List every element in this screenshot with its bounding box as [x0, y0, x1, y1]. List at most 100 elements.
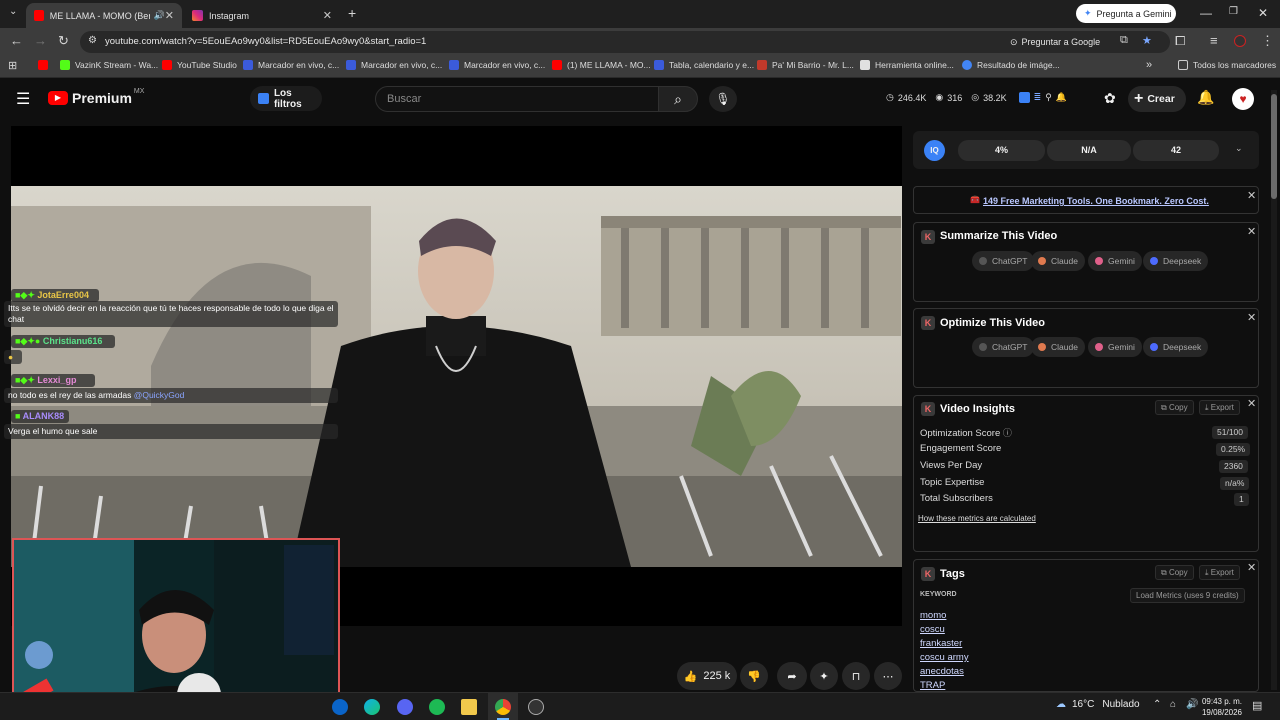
ask-button[interactable]: ✦ [810, 662, 838, 690]
claude-button[interactable]: Claude [1031, 337, 1085, 357]
search-button[interactable]: ⌕ [658, 86, 698, 112]
bookmark-item[interactable] [38, 60, 53, 70]
discord-icon[interactable] [397, 699, 413, 715]
promo-link[interactable]: 149 Free Marketing Tools. One Bookmark. … [983, 196, 1209, 206]
iq-score-2[interactable]: N/A [1047, 140, 1131, 161]
extensions-icon[interactable]: ⧠ [1175, 33, 1185, 49]
share-button[interactable]: ➦ [777, 662, 807, 690]
bookmark-item[interactable]: (1) ME LLAMA - MO... [552, 60, 651, 70]
iq-icon[interactable] [1018, 92, 1030, 103]
media-control-icon[interactable]: ≡ [1210, 33, 1218, 48]
iq-score-3[interactable]: 42 [1133, 140, 1219, 161]
notifications-bell-icon[interactable]: 🔔 [1197, 89, 1214, 106]
metrics-explanation-link[interactable]: How these metrics are calculated [918, 514, 1036, 523]
voice-search-button[interactable]: 🎙 [709, 86, 737, 112]
copy-button[interactable]: ⧉ Copy [1155, 400, 1194, 415]
rocket-icon[interactable]: ⚲ [1045, 92, 1052, 103]
youtube-logo[interactable]: ▶ Premium MX [48, 88, 144, 106]
tray-chevron-icon[interactable]: ⌃ [1153, 699, 1161, 710]
minimize-icon[interactable]: — [1200, 6, 1212, 20]
deepseek-button[interactable]: Deepseek [1143, 337, 1209, 357]
info-icon[interactable]: ⓘ [1003, 428, 1012, 438]
close-icon[interactable]: ✕ [1247, 189, 1256, 202]
load-metrics-button[interactable]: Load Metrics (uses 9 credits) [1130, 588, 1245, 603]
tab-instagram[interactable]: Instagram ✕ [184, 3, 340, 28]
close-icon[interactable]: ✕ [1247, 397, 1256, 410]
bookmark-item[interactable]: Marcador en vivo, c... [449, 60, 545, 70]
notifications-center-icon[interactable]: ▤ [1252, 699, 1262, 712]
create-button[interactable]: + Crear [1128, 86, 1186, 112]
apps-grid-icon[interactable]: ⊞ [8, 59, 17, 72]
spotify-icon[interactable] [429, 699, 445, 715]
network-icon[interactable]: ⌂ [1170, 699, 1176, 710]
volume-icon[interactable]: 🔊 [1186, 699, 1198, 710]
bookmark-item[interactable]: Pa' Mi Barrio - Mr. L... [757, 60, 854, 70]
tag-link[interactable]: TRAP [920, 680, 945, 691]
bookmark-item[interactable]: VazinK Stream - Wa... [60, 60, 158, 70]
gemini-ai-button[interactable]: Gemini [1088, 251, 1142, 271]
search-input[interactable]: Buscar [375, 86, 659, 112]
chatgpt-button[interactable]: ChatGPT [972, 337, 1035, 357]
gemini-ai-button[interactable]: Gemini [1088, 337, 1142, 357]
new-tab-icon[interactable]: + [348, 5, 356, 21]
bookmark-item[interactable]: Marcador en vivo, c... [346, 60, 442, 70]
chrome-taskbar-active[interactable] [488, 693, 518, 720]
clock[interactable]: 09:43 p. m. 19/08/2026 [1200, 696, 1242, 718]
tag-link[interactable]: frankaster [920, 638, 962, 649]
bookmark-item[interactable]: Resultado de imáge... [962, 60, 1060, 70]
close-icon[interactable]: ✕ [1247, 225, 1256, 238]
bookmark-item[interactable]: Marcador en vivo, c... [243, 60, 339, 70]
cast-icon[interactable]: ⧉ [1120, 34, 1128, 47]
address-bar[interactable]: ⚙ youtube.com/watch?v=5EouEAo9wy0&list=R… [80, 31, 1170, 53]
tab-search-icon[interactable]: ⌄ [9, 6, 17, 17]
weather-widget[interactable]: ☁ 16°C Nublado [1056, 699, 1140, 710]
chatgpt-button[interactable]: ChatGPT [972, 251, 1035, 271]
extension-puzzle-icon[interactable]: ✿ [1104, 90, 1116, 107]
bookmark-item[interactable]: YouTube Studio [162, 60, 237, 70]
dislike-button[interactable]: 👎 [740, 662, 768, 690]
tag-link[interactable]: coscu army [920, 652, 969, 663]
forward-icon[interactable]: → [34, 33, 47, 48]
gemini-button[interactable]: ✦ Pregunta a Gemini [1076, 4, 1176, 23]
export-button[interactable]: ⤓ Export [1199, 565, 1240, 580]
like-button[interactable]: 👍 225 k [677, 662, 737, 690]
restore-icon[interactable]: ❐ [1229, 6, 1238, 17]
tag-link[interactable]: momo [920, 610, 946, 621]
reload-icon[interactable]: ↻ [58, 33, 69, 49]
close-tab-icon[interactable]: ✕ [165, 9, 174, 22]
alert-icon[interactable]: 🔔 [1056, 92, 1067, 103]
deepseek-button[interactable]: Deepseek [1143, 251, 1209, 271]
more-bookmarks-icon[interactable]: » [1146, 59, 1152, 71]
export-button[interactable]: ⤓ Export [1199, 400, 1240, 415]
claude-button[interactable]: Claude [1031, 251, 1085, 271]
list-icon[interactable]: ≣ [1034, 92, 1042, 103]
scrollbar-thumb[interactable] [1271, 94, 1277, 199]
edge-icon[interactable] [364, 699, 380, 715]
close-tab-icon[interactable]: ✕ [323, 9, 332, 22]
tag-link[interactable]: coscu [920, 624, 945, 635]
back-icon[interactable]: ← [10, 33, 23, 48]
bookmark-item[interactable]: Herramienta online... [860, 60, 954, 70]
account-avatar[interactable]: ♥ [1232, 88, 1254, 110]
copy-button[interactable]: ⧉ Copy [1155, 565, 1194, 580]
hamburger-menu-icon[interactable]: ☰ [16, 89, 30, 109]
more-actions-button[interactable]: ⋯ [874, 662, 902, 690]
close-icon[interactable]: ✕ [1247, 561, 1256, 574]
site-info-icon[interactable]: ⚙ [88, 35, 97, 46]
save-button[interactable]: ⊓ [842, 662, 870, 690]
menu-icon[interactable]: ⋮ [1261, 33, 1274, 49]
app-icon[interactable] [332, 699, 348, 715]
expand-chevron-icon[interactable]: ⌄ [1235, 143, 1243, 154]
file-explorer-icon[interactable] [461, 699, 477, 715]
page-scrollbar[interactable] [1271, 90, 1277, 690]
close-icon[interactable]: ✕ [1247, 311, 1256, 324]
obs-icon[interactable] [528, 699, 544, 715]
ask-google-button[interactable]: ⊙ Preguntar a Google [1010, 33, 1100, 51]
bookmark-item[interactable]: Tabla, calendario y e... [654, 60, 754, 70]
filters-button[interactable]: Los filtros [250, 86, 322, 111]
close-window-icon[interactable]: ✕ [1258, 6, 1268, 20]
tab-me-llama[interactable]: ME LLAMA - MOMO (Beret) 🔊 ✕ [26, 3, 182, 28]
bookmark-star-icon[interactable]: ★ [1142, 34, 1152, 47]
audio-icon[interactable]: 🔊 [154, 10, 165, 21]
iq-score-1[interactable]: 4% [958, 140, 1045, 161]
